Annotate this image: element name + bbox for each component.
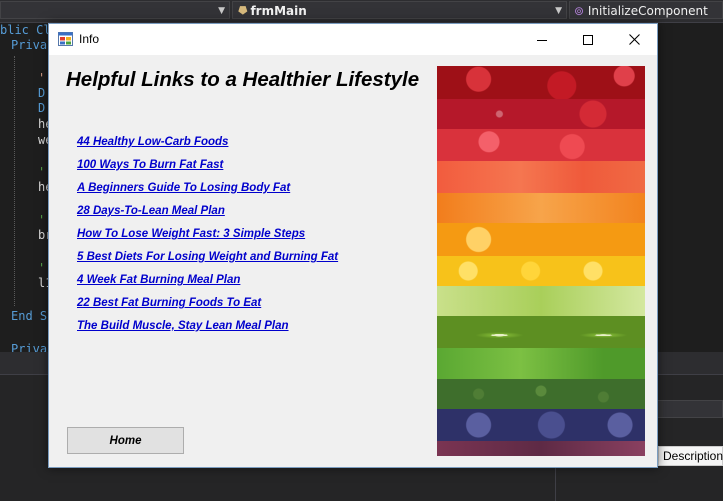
title-bar[interactable]: Info	[49, 24, 657, 55]
info-dialog: Info Helpful Links to a Healthier Lifest…	[48, 23, 658, 468]
code-d-1: D	[38, 86, 46, 100]
lime-band	[437, 286, 645, 316]
close-button[interactable]	[611, 24, 657, 55]
chevron-down-icon: ▼	[218, 6, 225, 16]
indent-guide	[14, 56, 15, 306]
close-icon	[628, 34, 640, 45]
chevron-down-icon: ▼	[555, 6, 562, 16]
list-item: 22 Best Fat Burning Foods To Eat	[77, 291, 338, 314]
list-item: A Beginners Guide To Losing Body Fat	[77, 176, 338, 199]
app-icon	[58, 32, 73, 46]
list-item: 100 Ways To Burn Fat Fast	[77, 153, 338, 176]
cherry-band-2	[437, 99, 645, 129]
code-comment: '	[38, 261, 46, 275]
code-private-1: Priva	[11, 38, 48, 52]
code-comment: '	[38, 213, 46, 227]
fruit-vegetable-image	[437, 66, 645, 456]
description-header: Description	[658, 446, 723, 466]
page-title: Helpful Links to a Healthier Lifestyle	[66, 68, 420, 91]
link-best-diets[interactable]: 5 Best Diets For Losing Weight and Burni…	[77, 251, 338, 263]
list-item: 44 Healthy Low-Carb Foods	[77, 130, 338, 153]
grapefruit-band	[437, 161, 645, 193]
lettuce-band	[437, 348, 645, 379]
code-comment: '	[38, 165, 46, 179]
orange-slice-band	[437, 223, 645, 256]
link-low-carb-foods[interactable]: 44 Healthy Low-Carb Foods	[77, 136, 228, 148]
method-icon: ⊚	[574, 4, 585, 18]
grape-band	[437, 441, 645, 456]
strawberry-band	[437, 129, 645, 161]
properties-combo[interactable]	[657, 400, 723, 418]
link-fat-burning-foods[interactable]: 22 Best Fat Burning Foods To Eat	[77, 297, 261, 309]
form-icon: ⯂	[237, 4, 247, 18]
list-item: 5 Best Diets For Losing Weight and Burni…	[77, 245, 338, 268]
link-4-week-meal-plan[interactable]: 4 Week Fat Burning Meal Plan	[77, 274, 240, 286]
link-burn-fat-fast[interactable]: 100 Ways To Burn Fat Fast	[77, 159, 223, 171]
link-lose-weight-fast[interactable]: How To Lose Weight Fast: 3 Simple Steps	[77, 228, 305, 240]
orange-band	[437, 193, 645, 223]
home-button[interactable]: Home	[67, 427, 184, 454]
broccoli-band	[437, 379, 645, 409]
code-end: End S	[11, 309, 48, 323]
form-selector-combo[interactable]: ⯂ frmMain ▼	[232, 1, 567, 19]
blueberry-band	[437, 409, 645, 441]
link-list: 44 Healthy Low-Carb Foods 100 Ways To Bu…	[77, 130, 338, 337]
list-item: The Build Muscle, Stay Lean Meal Plan	[77, 314, 338, 337]
maximize-button[interactable]	[565, 24, 611, 55]
window-title: Info	[79, 32, 100, 46]
cherry-band	[437, 66, 645, 99]
list-item: 28 Days-To-Lean Meal Plan	[77, 199, 338, 222]
minimize-button[interactable]	[519, 24, 565, 55]
minimize-icon	[537, 39, 547, 41]
kiwi-band	[437, 316, 645, 348]
ide-left-combo[interactable]: ▼	[0, 1, 230, 19]
list-item: How To Lose Weight Fast: 3 Simple Steps	[77, 222, 338, 245]
method-selector-value: InitializeComponent	[587, 4, 708, 18]
maximize-icon	[583, 34, 593, 45]
code-d-2: D	[38, 101, 46, 115]
ide-toolbar: ▼ ⯂ frmMain ▼ ⊚ InitializeComponent	[0, 0, 723, 23]
corn-band	[437, 256, 645, 286]
form-selector-value: frmMain	[250, 4, 307, 18]
method-selector-combo[interactable]: ⊚ InitializeComponent	[569, 1, 723, 19]
link-beginners-guide[interactable]: A Beginners Guide To Losing Body Fat	[77, 182, 290, 194]
code-fragment: '	[38, 71, 46, 85]
link-28-days-meal-plan[interactable]: 28 Days-To-Lean Meal Plan	[77, 205, 225, 217]
link-build-muscle-plan[interactable]: The Build Muscle, Stay Lean Meal Plan	[77, 320, 289, 332]
list-item: 4 Week Fat Burning Meal Plan	[77, 268, 338, 291]
